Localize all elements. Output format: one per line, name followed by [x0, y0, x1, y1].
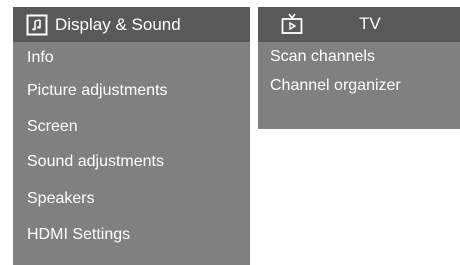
menu-item-screen[interactable]: Screen: [27, 118, 78, 136]
display-sound-header[interactable]: Display & Sound: [13, 7, 250, 42]
menu-item-picture-adjustments[interactable]: Picture adjustments: [27, 82, 168, 100]
menu-item-scan-channels[interactable]: Scan channels: [270, 48, 375, 66]
display-sound-icon: [26, 14, 48, 36]
tv-menu: TV Scan channels Channel organizer: [258, 7, 460, 129]
menu-item-speakers[interactable]: Speakers: [27, 190, 95, 208]
display-sound-menu: Display & Sound Info Picture adjustments…: [13, 7, 250, 265]
tv-header[interactable]: TV: [258, 7, 460, 42]
tv-icon: [281, 13, 303, 37]
menu-item-channel-organizer[interactable]: Channel organizer: [270, 77, 401, 95]
menu-item-sound-adjustments[interactable]: Sound adjustments: [27, 153, 164, 171]
display-sound-title: Display & Sound: [55, 14, 181, 34]
menu-item-hdmi-settings[interactable]: HDMI Settings: [27, 226, 130, 244]
tv-title: TV: [359, 14, 381, 33]
menu-item-info[interactable]: Info: [27, 49, 54, 67]
screen: Display & Sound Info Picture adjustments…: [0, 0, 460, 265]
